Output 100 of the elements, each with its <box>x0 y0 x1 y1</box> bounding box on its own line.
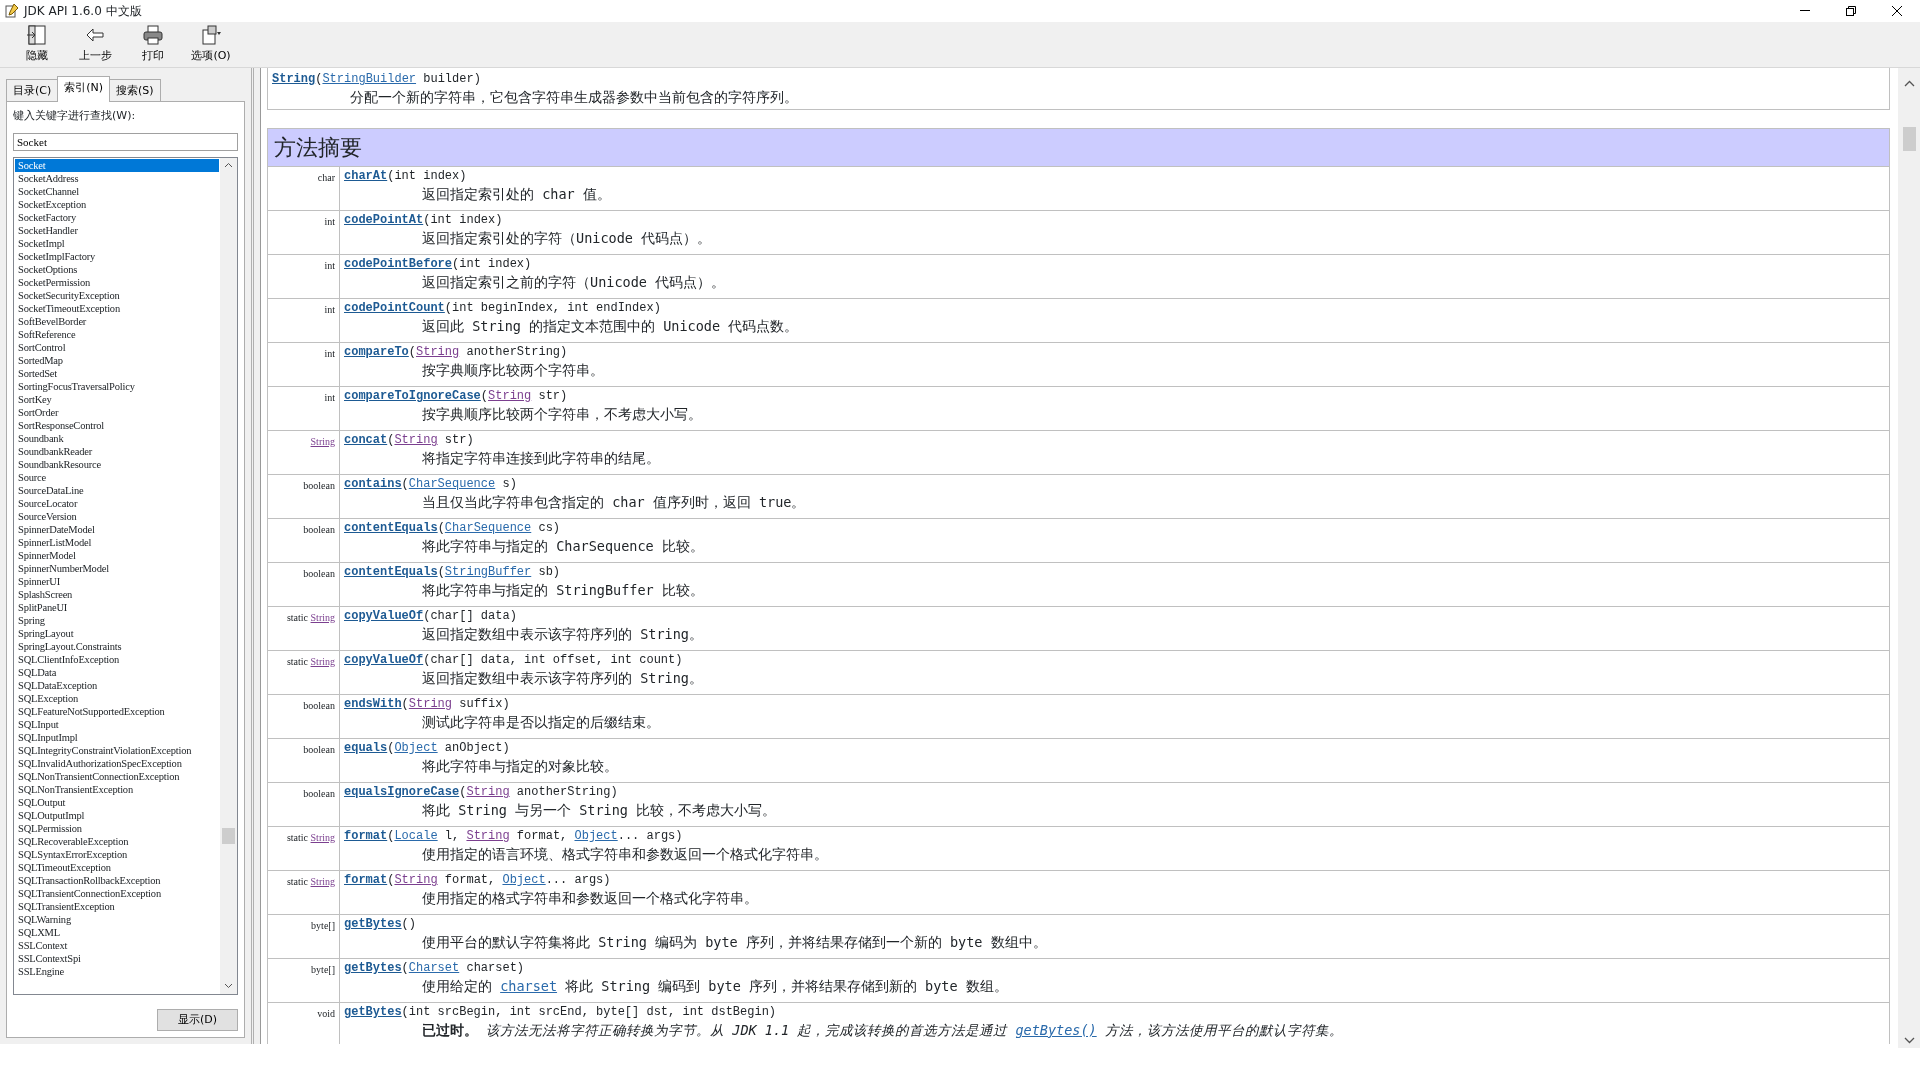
list-item[interactable]: Spring <box>15 613 219 627</box>
scroll-up-icon[interactable] <box>1903 79 1915 87</box>
list-item[interactable]: SocketAddress <box>15 171 219 185</box>
method-link[interactable]: equals <box>344 740 388 755</box>
list-item[interactable]: SplashScreen <box>15 587 219 601</box>
list-item[interactable]: SocketImpl <box>15 236 219 250</box>
list-item[interactable]: SQLInput <box>15 717 219 731</box>
list-item[interactable]: SortOrder <box>15 405 219 419</box>
list-item[interactable]: SQLXML <box>15 925 219 939</box>
link[interactable]: getBytes() <box>1015 1021 1097 1038</box>
tab[interactable]: 目录(C) <box>6 78 59 103</box>
method-link[interactable]: codePointBefore <box>344 256 453 271</box>
list-item[interactable]: SQLFeatureNotSupportedException <box>15 704 219 718</box>
list-item[interactable]: SortControl <box>15 340 219 354</box>
toolbar-button[interactable]: 打印 <box>126 22 180 67</box>
list-item[interactable]: SortKey <box>15 392 219 406</box>
link[interactable]: CharSequence <box>444 520 532 535</box>
link[interactable]: StringBuffer <box>444 564 532 579</box>
list-item[interactable]: SpringLayout <box>15 626 219 640</box>
search-field[interactable]: Socket <box>13 132 238 151</box>
toolbar-button[interactable]: 选项(O) <box>184 22 238 67</box>
list-item[interactable]: SQLTransientConnectionException <box>15 886 219 900</box>
list-item[interactable]: SQLClientInfoException <box>15 652 219 666</box>
list-item[interactable]: SortedSet <box>15 366 219 380</box>
list-item[interactable]: SocketFactory <box>15 210 219 224</box>
list-item[interactable]: SQLSyntaxErrorException <box>15 847 219 861</box>
display-button[interactable]: 显示(D) <box>156 1008 238 1031</box>
scrollbar-thumb[interactable] <box>222 827 235 844</box>
list-item[interactable]: SpinnerUI <box>15 574 219 588</box>
method-link[interactable]: contentEquals <box>344 520 438 535</box>
link[interactable]: Locale <box>394 828 438 843</box>
list-item[interactable]: SQLTransientException <box>15 899 219 913</box>
list-item[interactable]: SQLInputImpl <box>15 730 219 744</box>
list-item[interactable]: SQLInvalidAuthorizationSpecException <box>15 756 219 770</box>
list-item[interactable]: SplitPaneUI <box>15 600 219 614</box>
list-item[interactable]: Source <box>15 470 219 484</box>
list-item[interactable]: SQLTransactionRollbackException <box>15 873 219 887</box>
method-link[interactable]: format <box>344 872 388 887</box>
list-item[interactable]: SocketOptions <box>15 262 219 276</box>
list-item[interactable]: SQLOutput <box>15 795 219 809</box>
method-link[interactable]: copyValueOf <box>344 608 424 623</box>
list-item[interactable]: SoftReference <box>15 327 219 341</box>
list-item[interactable]: SoftBevelBorder <box>15 314 219 328</box>
method-link[interactable]: equalsIgnoreCase <box>344 784 460 799</box>
scrollbar[interactable] <box>220 157 237 994</box>
list-item[interactable]: SQLIntegrityConstraintViolationException <box>15 743 219 757</box>
list-item[interactable]: SQLNonTransientException <box>15 782 219 796</box>
link[interactable]: String <box>394 872 438 887</box>
list-item[interactable]: SocketChannel <box>15 184 219 198</box>
list-item[interactable]: SQLData <box>15 665 219 679</box>
method-link[interactable]: getBytes <box>344 1004 402 1019</box>
list-item[interactable]: Socket <box>15 158 219 172</box>
scrollbar-thumb[interactable] <box>1902 126 1916 151</box>
method-link[interactable]: compareTo <box>344 344 409 359</box>
list-item[interactable]: SQLDataException <box>15 678 219 692</box>
list-item[interactable]: SourceDataLine <box>15 483 219 497</box>
link[interactable]: CharSequence <box>408 476 496 491</box>
link[interactable]: String <box>488 388 532 403</box>
method-link[interactable]: charAt <box>344 168 388 183</box>
list-item[interactable]: SQLOutputImpl <box>15 808 219 822</box>
list-item[interactable]: SpinnerListModel <box>15 535 219 549</box>
tab[interactable]: 索引(N) <box>57 75 111 103</box>
method-link[interactable]: contentEquals <box>344 564 438 579</box>
list-item[interactable]: SocketImplFactory <box>15 249 219 263</box>
list-item[interactable]: SSLContextSpi <box>15 951 219 965</box>
method-link[interactable]: codePointAt <box>344 212 424 227</box>
list-item[interactable]: Soundbank <box>15 431 219 445</box>
method-link[interactable]: codePointCount <box>344 300 445 315</box>
link[interactable]: StringBuilder <box>322 71 417 86</box>
method-link[interactable]: getBytes <box>344 960 402 975</box>
toolbar-button[interactable]: 隐藏 <box>10 22 64 67</box>
scroll-down-icon[interactable] <box>224 983 233 990</box>
link[interactable]: String <box>310 831 335 843</box>
list-item[interactable]: SortResponseControl <box>15 418 219 432</box>
list-item[interactable]: SoundbankReader <box>15 444 219 458</box>
toolbar-button[interactable]: 上一步 <box>68 22 122 67</box>
method-link[interactable]: endsWith <box>344 696 402 711</box>
scrollbar[interactable] <box>1898 67 1920 1048</box>
link[interactable]: String <box>310 611 335 623</box>
list-item[interactable]: SSLContext <box>15 938 219 952</box>
link[interactable]: Object <box>394 740 438 755</box>
list-item[interactable]: SourceVersion <box>15 509 219 523</box>
list-item[interactable]: SoundbankResource <box>15 457 219 471</box>
list-item[interactable]: SSLEngine <box>15 964 219 978</box>
list-item[interactable]: SQLNonTransientConnectionException <box>15 769 219 783</box>
list-item[interactable]: SocketException <box>15 197 219 211</box>
list-item[interactable]: SQLWarning <box>15 912 219 926</box>
method-link[interactable]: String <box>272 71 316 86</box>
link[interactable]: String <box>416 344 460 359</box>
method-link[interactable]: concat <box>344 432 388 447</box>
method-link[interactable]: contains <box>344 476 402 491</box>
scroll-down-icon[interactable] <box>1903 1036 1915 1044</box>
link[interactable]: String <box>466 784 510 799</box>
list-item[interactable]: SQLException <box>15 691 219 705</box>
method-link[interactable]: copyValueOf <box>344 652 424 667</box>
list-item[interactable]: SQLTimeoutException <box>15 860 219 874</box>
tab[interactable]: 搜索(S) <box>109 78 161 103</box>
method-link[interactable]: getBytes <box>344 916 402 931</box>
list-item[interactable]: SpringLayout.Constraints <box>15 639 219 653</box>
list-item[interactable]: SocketSecurityException <box>15 288 219 302</box>
